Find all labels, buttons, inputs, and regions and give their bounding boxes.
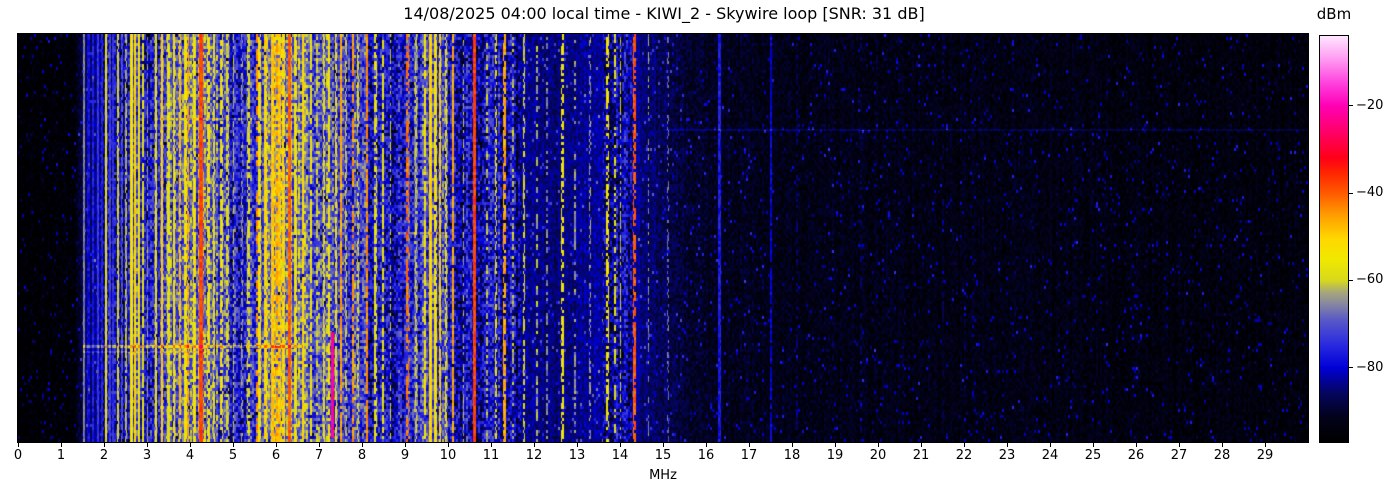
x-tick-mark xyxy=(1264,443,1266,447)
x-tick-mark xyxy=(705,443,707,447)
x-tick-label: 29 xyxy=(1256,448,1274,463)
x-tick-mark xyxy=(1049,443,1051,447)
x-axis-label: MHz xyxy=(649,468,677,483)
x-tick-mark xyxy=(877,443,879,447)
x-tick-label: 23 xyxy=(998,448,1016,463)
plot-area xyxy=(17,33,1309,443)
x-tick-label: 7 xyxy=(314,448,324,463)
x-tick-mark xyxy=(404,443,406,447)
x-tick-label: 15 xyxy=(654,448,672,463)
x-tick-mark xyxy=(447,443,449,447)
x-tick-mark xyxy=(1221,443,1223,447)
x-tick-mark xyxy=(232,443,234,447)
x-tick-label: 16 xyxy=(697,448,715,463)
colorbar xyxy=(1319,35,1349,443)
x-tick-mark xyxy=(1092,443,1094,447)
spectrogram-figure: 14/08/2025 04:00 local time - KIWI_2 - S… xyxy=(0,0,1400,500)
x-tick-label: 5 xyxy=(228,448,238,463)
x-tick-label: 25 xyxy=(1084,448,1102,463)
colorbar-tick-mark xyxy=(1349,192,1353,194)
colorbar-label: dBm xyxy=(1316,5,1352,23)
colorbar-tick-mark xyxy=(1349,367,1353,369)
x-tick-mark xyxy=(318,443,320,447)
colorbar-tick-label: −40 xyxy=(1356,185,1384,201)
x-tick-mark xyxy=(189,443,191,447)
spectrogram-canvas xyxy=(18,34,1308,442)
x-tick-label: 10 xyxy=(439,448,457,463)
colorbar-tick-mark xyxy=(1349,279,1353,281)
x-tick-mark xyxy=(1178,443,1180,447)
x-tick-label: 17 xyxy=(740,448,758,463)
x-tick-mark xyxy=(533,443,535,447)
x-tick-label: 14 xyxy=(611,448,629,463)
x-tick-mark xyxy=(361,443,363,447)
x-tick-label: 3 xyxy=(142,448,152,463)
x-tick-mark xyxy=(834,443,836,447)
x-tick-label: 21 xyxy=(912,448,930,463)
x-tick-mark xyxy=(275,443,277,447)
x-tick-mark xyxy=(748,443,750,447)
x-tick-mark xyxy=(576,443,578,447)
x-tick-label: 9 xyxy=(400,448,410,463)
x-tick-label: 11 xyxy=(482,448,500,463)
x-tick-label: 13 xyxy=(568,448,586,463)
x-tick-mark xyxy=(662,443,664,447)
x-tick-mark xyxy=(791,443,793,447)
x-tick-label: 22 xyxy=(955,448,973,463)
x-tick-label: 0 xyxy=(13,448,23,463)
colorbar-tick-label: −20 xyxy=(1356,97,1384,113)
x-tick-mark xyxy=(1135,443,1137,447)
x-tick-label: 26 xyxy=(1127,448,1145,463)
x-tick-mark xyxy=(1006,443,1008,447)
x-tick-label: 27 xyxy=(1170,448,1188,463)
x-tick-mark xyxy=(490,443,492,447)
x-tick-label: 24 xyxy=(1041,448,1059,463)
colorbar-tick-label: −60 xyxy=(1356,272,1384,288)
x-tick-label: 6 xyxy=(271,448,281,463)
x-tick-mark xyxy=(17,443,19,447)
x-tick-label: 12 xyxy=(525,448,543,463)
x-tick-label: 1 xyxy=(56,448,66,463)
x-tick-label: 20 xyxy=(869,448,887,463)
chart-title: 14/08/2025 04:00 local time - KIWI_2 - S… xyxy=(403,4,925,23)
colorbar-tick-mark xyxy=(1349,105,1353,107)
x-tick-mark xyxy=(146,443,148,447)
x-tick-mark xyxy=(619,443,621,447)
x-tick-label: 28 xyxy=(1213,448,1231,463)
x-tick-label: 2 xyxy=(99,448,109,463)
colorbar-tick-label: −80 xyxy=(1356,359,1384,375)
x-tick-mark xyxy=(963,443,965,447)
x-tick-label: 18 xyxy=(783,448,801,463)
x-tick-label: 19 xyxy=(826,448,844,463)
x-tick-mark xyxy=(103,443,105,447)
x-tick-mark xyxy=(920,443,922,447)
x-tick-label: 4 xyxy=(185,448,195,463)
x-tick-label: 8 xyxy=(357,448,367,463)
x-tick-mark xyxy=(60,443,62,447)
